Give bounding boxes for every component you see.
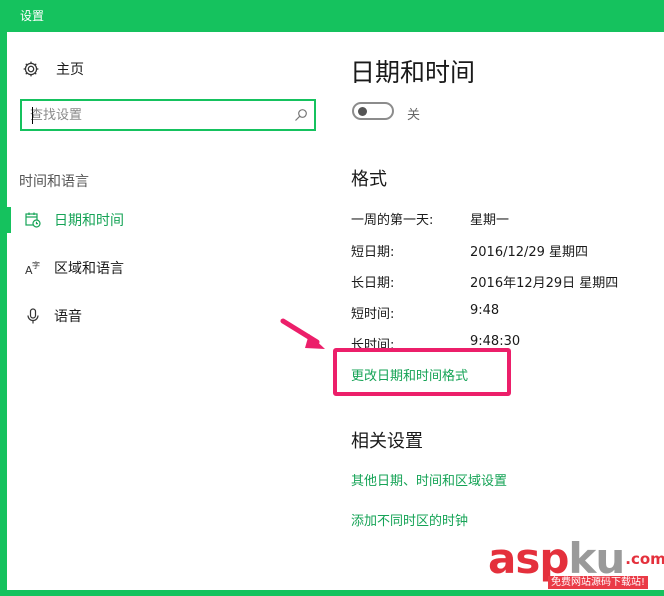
sidebar-item-date-time[interactable]: 日期和时间 — [7, 207, 307, 233]
sidebar-item-label: 区域和语言 — [54, 261, 124, 277]
short-date-label: 短日期: — [351, 245, 395, 260]
language-icon: A 字 — [25, 260, 40, 276]
sidebar-item-speech[interactable]: 语音 — [7, 303, 307, 329]
watermark-logo: aspku.com 免费网站源码下载站! — [488, 536, 664, 590]
watermark-tagline: 免费网站源码下载站! — [548, 576, 649, 589]
additional-date-time-region-link[interactable]: 其他日期、时间和区域设置 — [351, 470, 507, 489]
long-date-value: 2016年12月29日 星期四 — [470, 276, 619, 291]
calendar-clock-icon — [25, 212, 41, 228]
watermark-com: .com — [625, 550, 664, 568]
short-time-value: 9:48 — [470, 303, 500, 318]
first-day-label: 一周的第一天: — [351, 213, 434, 228]
long-date-label: 长日期: — [351, 276, 395, 291]
title-bar[interactable]: 设置 — [0, 0, 664, 32]
toggle-state-label: 关 — [407, 108, 421, 123]
short-date-value: 2016/12/29 星期四 — [470, 245, 589, 260]
toggle-knob — [358, 107, 367, 116]
svg-text:字: 字 — [32, 260, 40, 270]
first-day-value: 星期一 — [470, 213, 510, 228]
settings-window: 设置 主页 时间和语言 — [0, 0, 664, 596]
sidebar-home[interactable]: 主页 — [22, 58, 84, 80]
window-title: 设置 — [20, 9, 45, 23]
sidebar-home-label: 主页 — [56, 62, 84, 78]
page-title: 日期和时间 — [350, 58, 476, 87]
search-icon[interactable] — [294, 108, 308, 122]
format-heading: 格式 — [351, 169, 387, 190]
related-settings-heading: 相关设置 — [351, 431, 423, 452]
sidebar-item-region-language[interactable]: A 字 区域和语言 — [7, 255, 307, 281]
short-time-label: 短时间: — [351, 307, 395, 322]
microphone-icon — [27, 308, 39, 324]
pointer-arrow-icon — [280, 318, 325, 349]
search-box[interactable] — [20, 99, 316, 131]
add-clocks-link[interactable]: 添加不同时区的时钟 — [351, 510, 468, 529]
sidebar-item-label: 语音 — [54, 309, 82, 325]
active-indicator — [7, 207, 11, 233]
gear-icon — [23, 61, 39, 77]
highlight-box — [333, 348, 511, 396]
search-input[interactable] — [30, 105, 286, 125]
text-caret — [32, 107, 33, 124]
auto-time-toggle[interactable] — [352, 102, 394, 120]
sidebar-section-label: 时间和语言 — [19, 174, 89, 190]
sidebar-item-label: 日期和时间 — [54, 213, 124, 229]
long-time-value: 9:48:30 — [470, 334, 521, 349]
